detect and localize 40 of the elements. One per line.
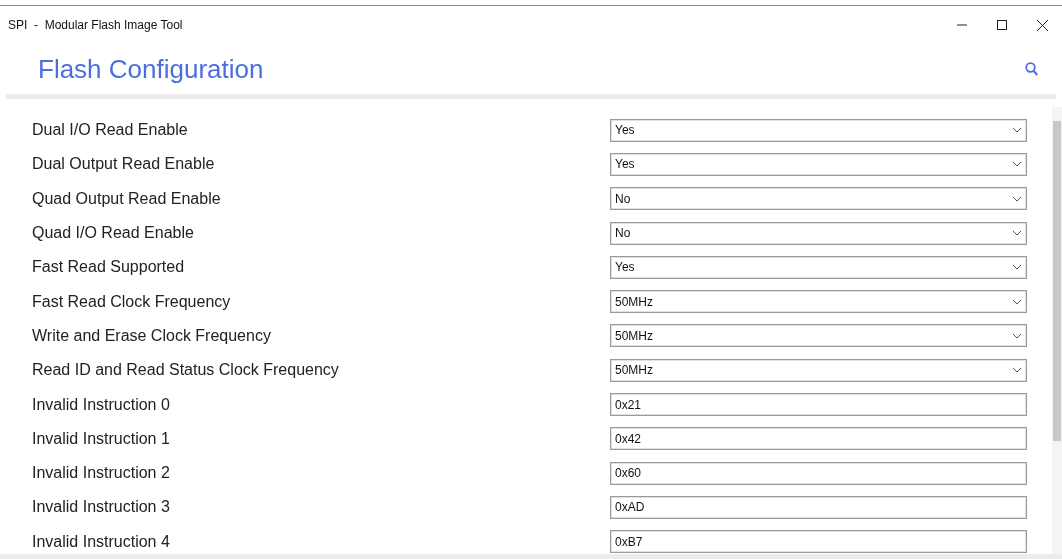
setting-label: Invalid Instruction 4 bbox=[32, 532, 171, 551]
chevron-down-icon bbox=[1012, 298, 1022, 305]
input-field[interactable]: 0xB7 bbox=[610, 530, 1027, 554]
chevron-down-icon bbox=[1012, 127, 1022, 134]
input-field[interactable]: 0x42 bbox=[610, 427, 1027, 451]
chevron-down-icon bbox=[1012, 367, 1022, 374]
search-icon[interactable] bbox=[1025, 62, 1038, 76]
chevron-down-icon bbox=[1012, 195, 1022, 202]
setting-label: Invalid Instruction 2 bbox=[32, 464, 171, 483]
page-title: Flash Configuration bbox=[38, 53, 265, 85]
setting-label: Invalid Instruction 3 bbox=[32, 498, 171, 517]
setting-label: Dual Output Read Enable bbox=[32, 155, 216, 174]
dropdown[interactable]: Yes bbox=[610, 152, 1027, 176]
setting-label: Invalid Instruction 1 bbox=[32, 429, 171, 448]
close-icon bbox=[1036, 19, 1048, 31]
dropdown[interactable]: 50MHz bbox=[610, 290, 1027, 314]
scrollbar[interactable] bbox=[1052, 107, 1062, 554]
chevron-down-icon bbox=[1012, 264, 1022, 271]
setting-label: Fast Read Supported bbox=[32, 258, 186, 277]
input-field[interactable]: 0x60 bbox=[610, 461, 1027, 485]
input-field[interactable]: 0x21 bbox=[610, 393, 1027, 416]
dropdown[interactable]: No bbox=[610, 187, 1027, 211]
dropdown[interactable]: 50MHz bbox=[610, 358, 1027, 382]
setting-label: Quad I/O Read Enable bbox=[32, 224, 195, 243]
dropdown[interactable]: Yes bbox=[610, 255, 1027, 279]
setting-label: Dual I/O Read Enable bbox=[32, 121, 189, 140]
input-field[interactable]: 0xAD bbox=[610, 495, 1027, 519]
maximize-icon bbox=[997, 20, 1007, 30]
window-title: SPI - Modular Flash Image Tool bbox=[8, 18, 184, 32]
chevron-down-icon bbox=[1012, 230, 1022, 237]
dropdown[interactable]: 50MHz bbox=[610, 324, 1027, 348]
setting-label: Write and Erase Clock Frequency bbox=[32, 326, 272, 345]
setting-label: Quad Output Read Enable bbox=[32, 189, 222, 208]
setting-label: Fast Read Clock Frequency bbox=[32, 292, 232, 311]
setting-label: Read ID and Read Status Clock Frequency bbox=[32, 361, 340, 380]
chevron-down-icon bbox=[1012, 161, 1022, 168]
setting-label: Invalid Instruction 0 bbox=[32, 395, 171, 414]
dropdown[interactable]: No bbox=[610, 221, 1027, 245]
dropdown[interactable]: Yes bbox=[610, 118, 1027, 142]
chevron-down-icon bbox=[1012, 332, 1022, 339]
